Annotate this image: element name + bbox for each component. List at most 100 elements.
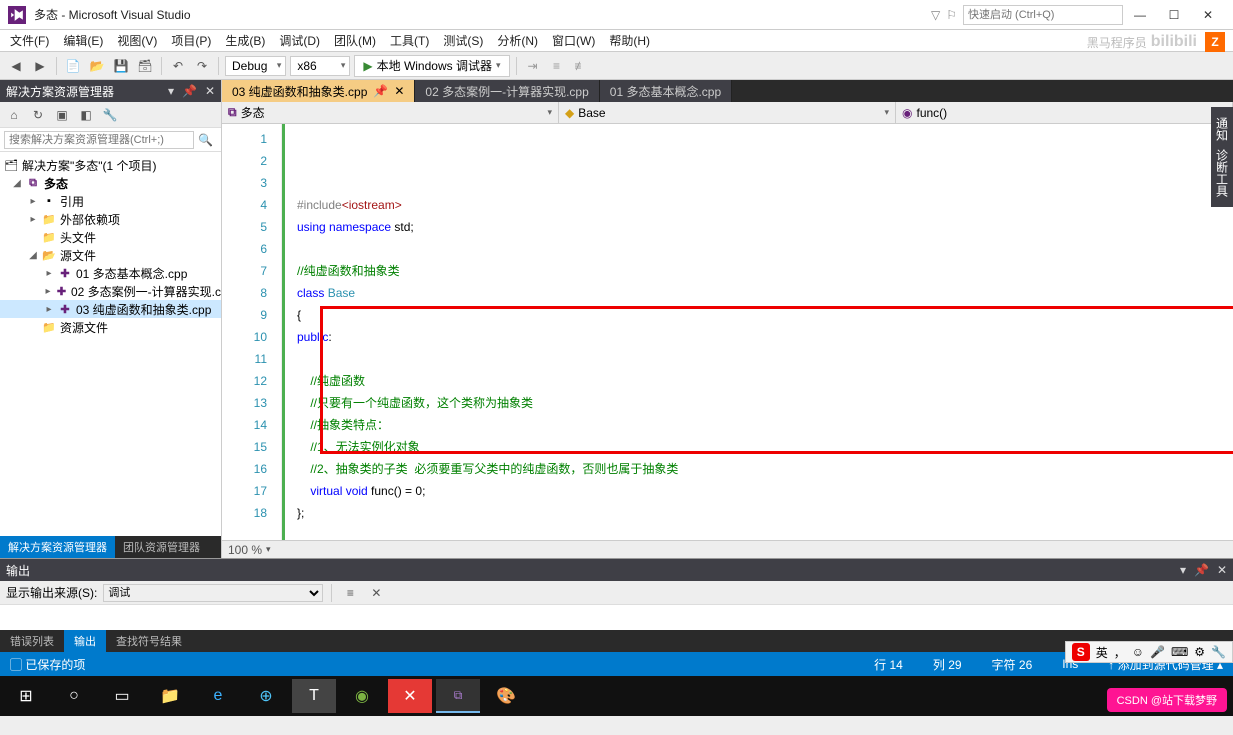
- code-editor[interactable]: 123456789101112131415161718 #include<ios…: [222, 124, 1233, 540]
- search-icon[interactable]: 🔍: [194, 133, 217, 147]
- menu-tools[interactable]: 工具(T): [384, 30, 435, 51]
- nav-scope[interactable]: ⧉多态: [222, 102, 559, 123]
- sogou-icon[interactable]: S: [1072, 643, 1090, 661]
- app-icon-1[interactable]: ⊕: [244, 679, 288, 713]
- nav-fwd-button[interactable]: ▶: [30, 56, 50, 76]
- properties-icon[interactable]: 🔧: [100, 105, 120, 125]
- platform-combo[interactable]: x86: [290, 56, 350, 76]
- doc-tab-0[interactable]: 03 纯虚函数和抽象类.cpp📌✕: [222, 80, 415, 102]
- menu-file[interactable]: 文件(F): [4, 30, 55, 51]
- clear-icon[interactable]: ✕: [366, 583, 386, 603]
- step-icon[interactable]: ⇥: [523, 56, 543, 76]
- output-source-select[interactable]: 调试: [103, 584, 323, 602]
- sources-node[interactable]: ◢📂源文件: [0, 246, 221, 264]
- menu-project[interactable]: 项目(P): [165, 30, 217, 51]
- nav-func[interactable]: ◉func(): [896, 102, 1233, 123]
- refresh-icon[interactable]: ↻: [28, 105, 48, 125]
- right-panel-strip[interactable]: 通知诊断工具: [1211, 107, 1233, 207]
- menu-team[interactable]: 团队(M): [328, 30, 382, 51]
- ime-settings-icon[interactable]: ⚙: [1194, 645, 1205, 659]
- resources-node[interactable]: 📁资源文件: [0, 318, 221, 336]
- comment-button[interactable]: ≡: [547, 56, 567, 76]
- dropdown-icon[interactable]: ▾: [168, 84, 174, 98]
- ime-bar[interactable]: S 英 ， ☺ 🎤 ⌨ ⚙ 🔧: [1065, 641, 1233, 663]
- close-button[interactable]: ✕: [1191, 4, 1225, 26]
- redo-button[interactable]: ↷: [192, 56, 212, 76]
- pin-icon[interactable]: 📌: [182, 84, 197, 98]
- minimize-button[interactable]: —: [1123, 4, 1157, 26]
- run-button[interactable]: ▶本地 Windows 调试器▾: [354, 55, 509, 77]
- solexp-search: 🔍: [0, 128, 221, 152]
- close-icon[interactable]: ✕: [1217, 563, 1227, 577]
- close-icon[interactable]: ✕: [205, 84, 215, 98]
- output-body[interactable]: [0, 605, 1233, 630]
- config-combo[interactable]: Debug: [225, 56, 286, 76]
- code-content[interactable]: #include<iostream>using namespace std;//…: [282, 124, 1233, 540]
- solexp-tab[interactable]: 解决方案资源管理器: [0, 536, 115, 558]
- goto-icon[interactable]: ≡: [340, 583, 360, 603]
- cortana-icon[interactable]: ○: [52, 679, 96, 713]
- error-list-tab[interactable]: 错误列表: [0, 630, 64, 652]
- quick-launch-input[interactable]: [963, 5, 1123, 25]
- output-tab[interactable]: 输出: [64, 630, 106, 652]
- ime-smiley-icon[interactable]: ☺: [1132, 645, 1144, 659]
- uncomment-button[interactable]: ≢: [571, 56, 591, 76]
- ime-lang[interactable]: 英: [1096, 644, 1108, 661]
- refs-node[interactable]: ▸▪引用: [0, 192, 221, 210]
- show-all-icon[interactable]: ◧: [76, 105, 96, 125]
- menu-build[interactable]: 生成(B): [219, 30, 271, 51]
- team-explorer-tab[interactable]: 团队资源管理器: [115, 536, 208, 558]
- notify-icon[interactable]: ▽: [931, 8, 940, 22]
- home-icon[interactable]: ⌂: [4, 105, 24, 125]
- doc-tab-1[interactable]: 02 多态案例一-计算器实现.cpp: [415, 80, 599, 102]
- close-icon[interactable]: ✕: [394, 84, 404, 98]
- external-node[interactable]: ▸📁外部依赖项: [0, 210, 221, 228]
- project-node[interactable]: ◢⧉多态: [0, 174, 221, 192]
- taskview-icon[interactable]: ▭: [100, 679, 144, 713]
- source-file-2[interactable]: ▸✚03 纯虚函数和抽象类.cpp: [0, 300, 221, 318]
- source-file-1[interactable]: ▸✚02 多态案例一-计算器实现.c: [0, 282, 221, 300]
- source-file-0[interactable]: ▸✚01 多态基本概念.cpp: [0, 264, 221, 282]
- open-button[interactable]: 📂: [87, 56, 107, 76]
- app-icon-2[interactable]: T: [292, 679, 336, 713]
- pin-icon[interactable]: 📌: [1194, 563, 1209, 577]
- ime-punct-icon[interactable]: ，: [1114, 644, 1126, 661]
- solution-tree[interactable]: 🗂解决方案"多态"(1 个项目) ◢⧉多态 ▸▪引用 ▸📁外部依赖项 📁头文件 …: [0, 152, 221, 536]
- edge-icon[interactable]: e: [196, 679, 240, 713]
- nav-back-button[interactable]: ◀: [6, 56, 26, 76]
- menu-window[interactable]: 窗口(W): [546, 30, 601, 51]
- solexp-search-input[interactable]: [4, 131, 194, 149]
- paint-icon[interactable]: 🎨: [484, 679, 528, 713]
- ime-keyboard-icon[interactable]: ⌨: [1171, 645, 1188, 659]
- visual-studio-icon[interactable]: ⧉: [436, 679, 480, 713]
- dropdown-icon[interactable]: ▾: [1180, 563, 1186, 577]
- zoom-level[interactable]: 100 %▾: [222, 540, 1233, 558]
- menu-debug[interactable]: 调试(D): [273, 30, 326, 51]
- collapse-icon[interactable]: ▣: [52, 105, 72, 125]
- feedback-icon[interactable]: ⚐: [946, 8, 957, 22]
- undo-button[interactable]: ↶: [168, 56, 188, 76]
- menu-help[interactable]: 帮助(H): [603, 30, 656, 51]
- solution-node[interactable]: 🗂解决方案"多态"(1 个项目): [0, 156, 221, 174]
- menu-edit[interactable]: 编辑(E): [57, 30, 109, 51]
- file-explorer-icon[interactable]: 📁: [148, 679, 192, 713]
- save-all-button[interactable]: 🗃: [135, 56, 155, 76]
- find-symbol-tab[interactable]: 查找符号结果: [106, 630, 192, 652]
- app-icon-4[interactable]: ✕: [388, 679, 432, 713]
- menu-analyze[interactable]: 分析(N): [491, 30, 544, 51]
- menu-view[interactable]: 视图(V): [111, 30, 163, 51]
- headers-node[interactable]: 📁头文件: [0, 228, 221, 246]
- maximize-button[interactable]: ☐: [1157, 4, 1191, 26]
- ime-tool-icon[interactable]: 🔧: [1211, 645, 1226, 659]
- save-button[interactable]: 💾: [111, 56, 131, 76]
- solexp-header: 解决方案资源管理器 ▾📌✕: [0, 80, 221, 102]
- ime-mic-icon[interactable]: 🎤: [1150, 645, 1165, 659]
- app-icon-3[interactable]: ◉: [340, 679, 384, 713]
- menu-test[interactable]: 测试(S): [437, 30, 489, 51]
- doc-tab-2[interactable]: 01 多态基本概念.cpp: [600, 80, 732, 102]
- csdn-widget[interactable]: CSDN @站下载梦野: [1107, 688, 1227, 712]
- new-button[interactable]: 📄: [63, 56, 83, 76]
- start-button[interactable]: ⊞: [4, 679, 48, 713]
- pin-icon[interactable]: 📌: [373, 84, 388, 98]
- nav-class[interactable]: ◆Base: [559, 102, 896, 123]
